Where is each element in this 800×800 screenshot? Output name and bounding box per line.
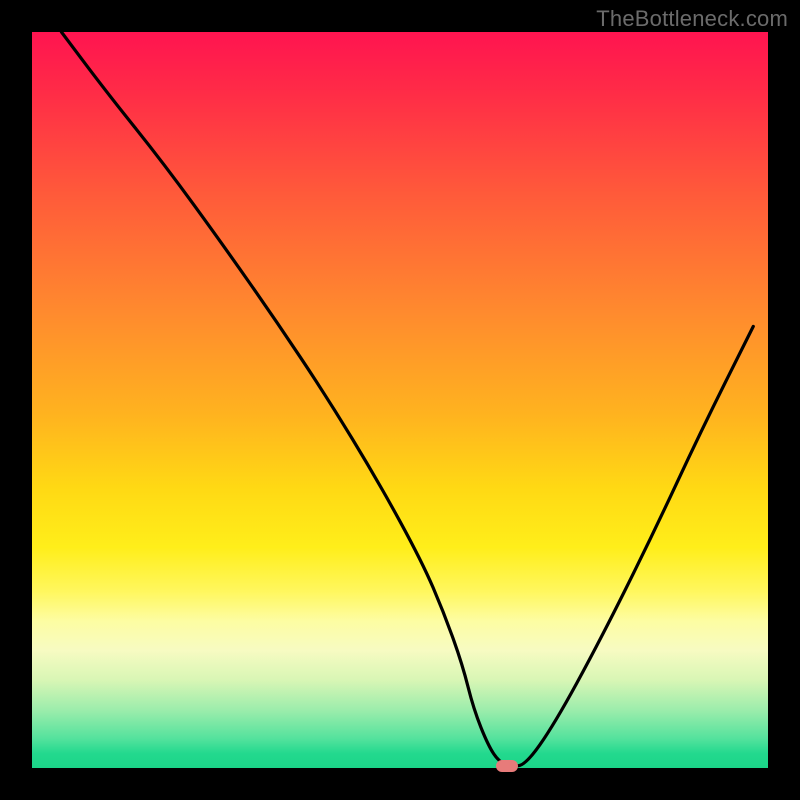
optimal-point-marker — [496, 760, 518, 772]
curve-svg — [32, 32, 768, 768]
chart-frame: TheBottleneck.com — [0, 0, 800, 800]
watermark-text: TheBottleneck.com — [596, 6, 788, 32]
bottleneck-curve — [61, 32, 753, 766]
plot-area — [32, 32, 768, 768]
